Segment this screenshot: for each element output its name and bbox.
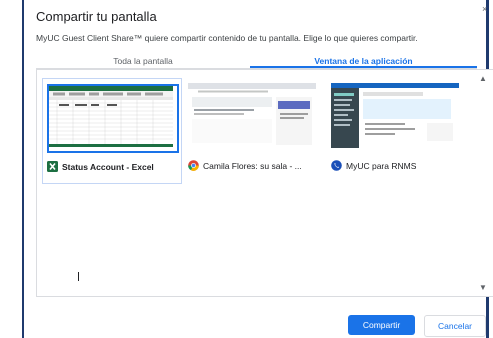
window-option-excel[interactable]: Status Account - Excel	[42, 78, 182, 184]
window-option-myuc[interactable]: MyUC para RNMS	[327, 78, 465, 182]
window-label-excel: Status Account - Excel	[47, 161, 154, 172]
window-thumbnail-excel	[47, 84, 179, 153]
tab-selected-indicator	[250, 66, 477, 68]
close-icon[interactable]: ×	[482, 4, 487, 14]
window-frame-left	[22, 0, 24, 338]
tab-bar: Toda la pantalla Ventana de la aplicació…	[36, 52, 477, 69]
chrome-icon	[188, 160, 199, 171]
cancel-button[interactable]: Cancelar	[424, 315, 486, 337]
window-label-chrome: Camila Flores: su sala - ...	[188, 160, 302, 171]
window-title-myuc: MyUC para RNMS	[346, 160, 417, 171]
window-title-excel: Status Account - Excel	[62, 161, 154, 172]
tab-entire-screen[interactable]: Toda la pantalla	[36, 56, 250, 66]
window-thumbnail-chrome	[188, 83, 316, 148]
window-label-myuc: MyUC para RNMS	[331, 160, 416, 171]
window-list: Status Account - Excel Camila Flores: su…	[36, 69, 493, 297]
window-option-chrome[interactable]: Camila Flores: su sala - ...	[184, 78, 322, 182]
window-title-chrome: Camila Flores: su sala - ...	[203, 160, 302, 171]
dialog-subtitle: MyUC Guest Client Share™ quiere comparti…	[36, 33, 418, 43]
tab-application-window[interactable]: Ventana de la aplicación	[250, 56, 477, 66]
scrollbar[interactable]: ▲ ▼	[478, 70, 488, 296]
dialog-title: Compartir tu pantalla	[36, 9, 157, 24]
text-cursor	[78, 272, 79, 281]
share-screen-dialog: Compartir tu pantalla × MyUC Guest Clien…	[0, 0, 493, 338]
window-thumbnail-myuc	[331, 83, 459, 148]
excel-icon	[47, 161, 58, 172]
scroll-down-icon[interactable]: ▼	[478, 283, 488, 292]
scroll-up-icon[interactable]: ▲	[478, 74, 488, 83]
share-button[interactable]: Compartir	[348, 315, 415, 335]
myuc-icon	[331, 160, 342, 171]
